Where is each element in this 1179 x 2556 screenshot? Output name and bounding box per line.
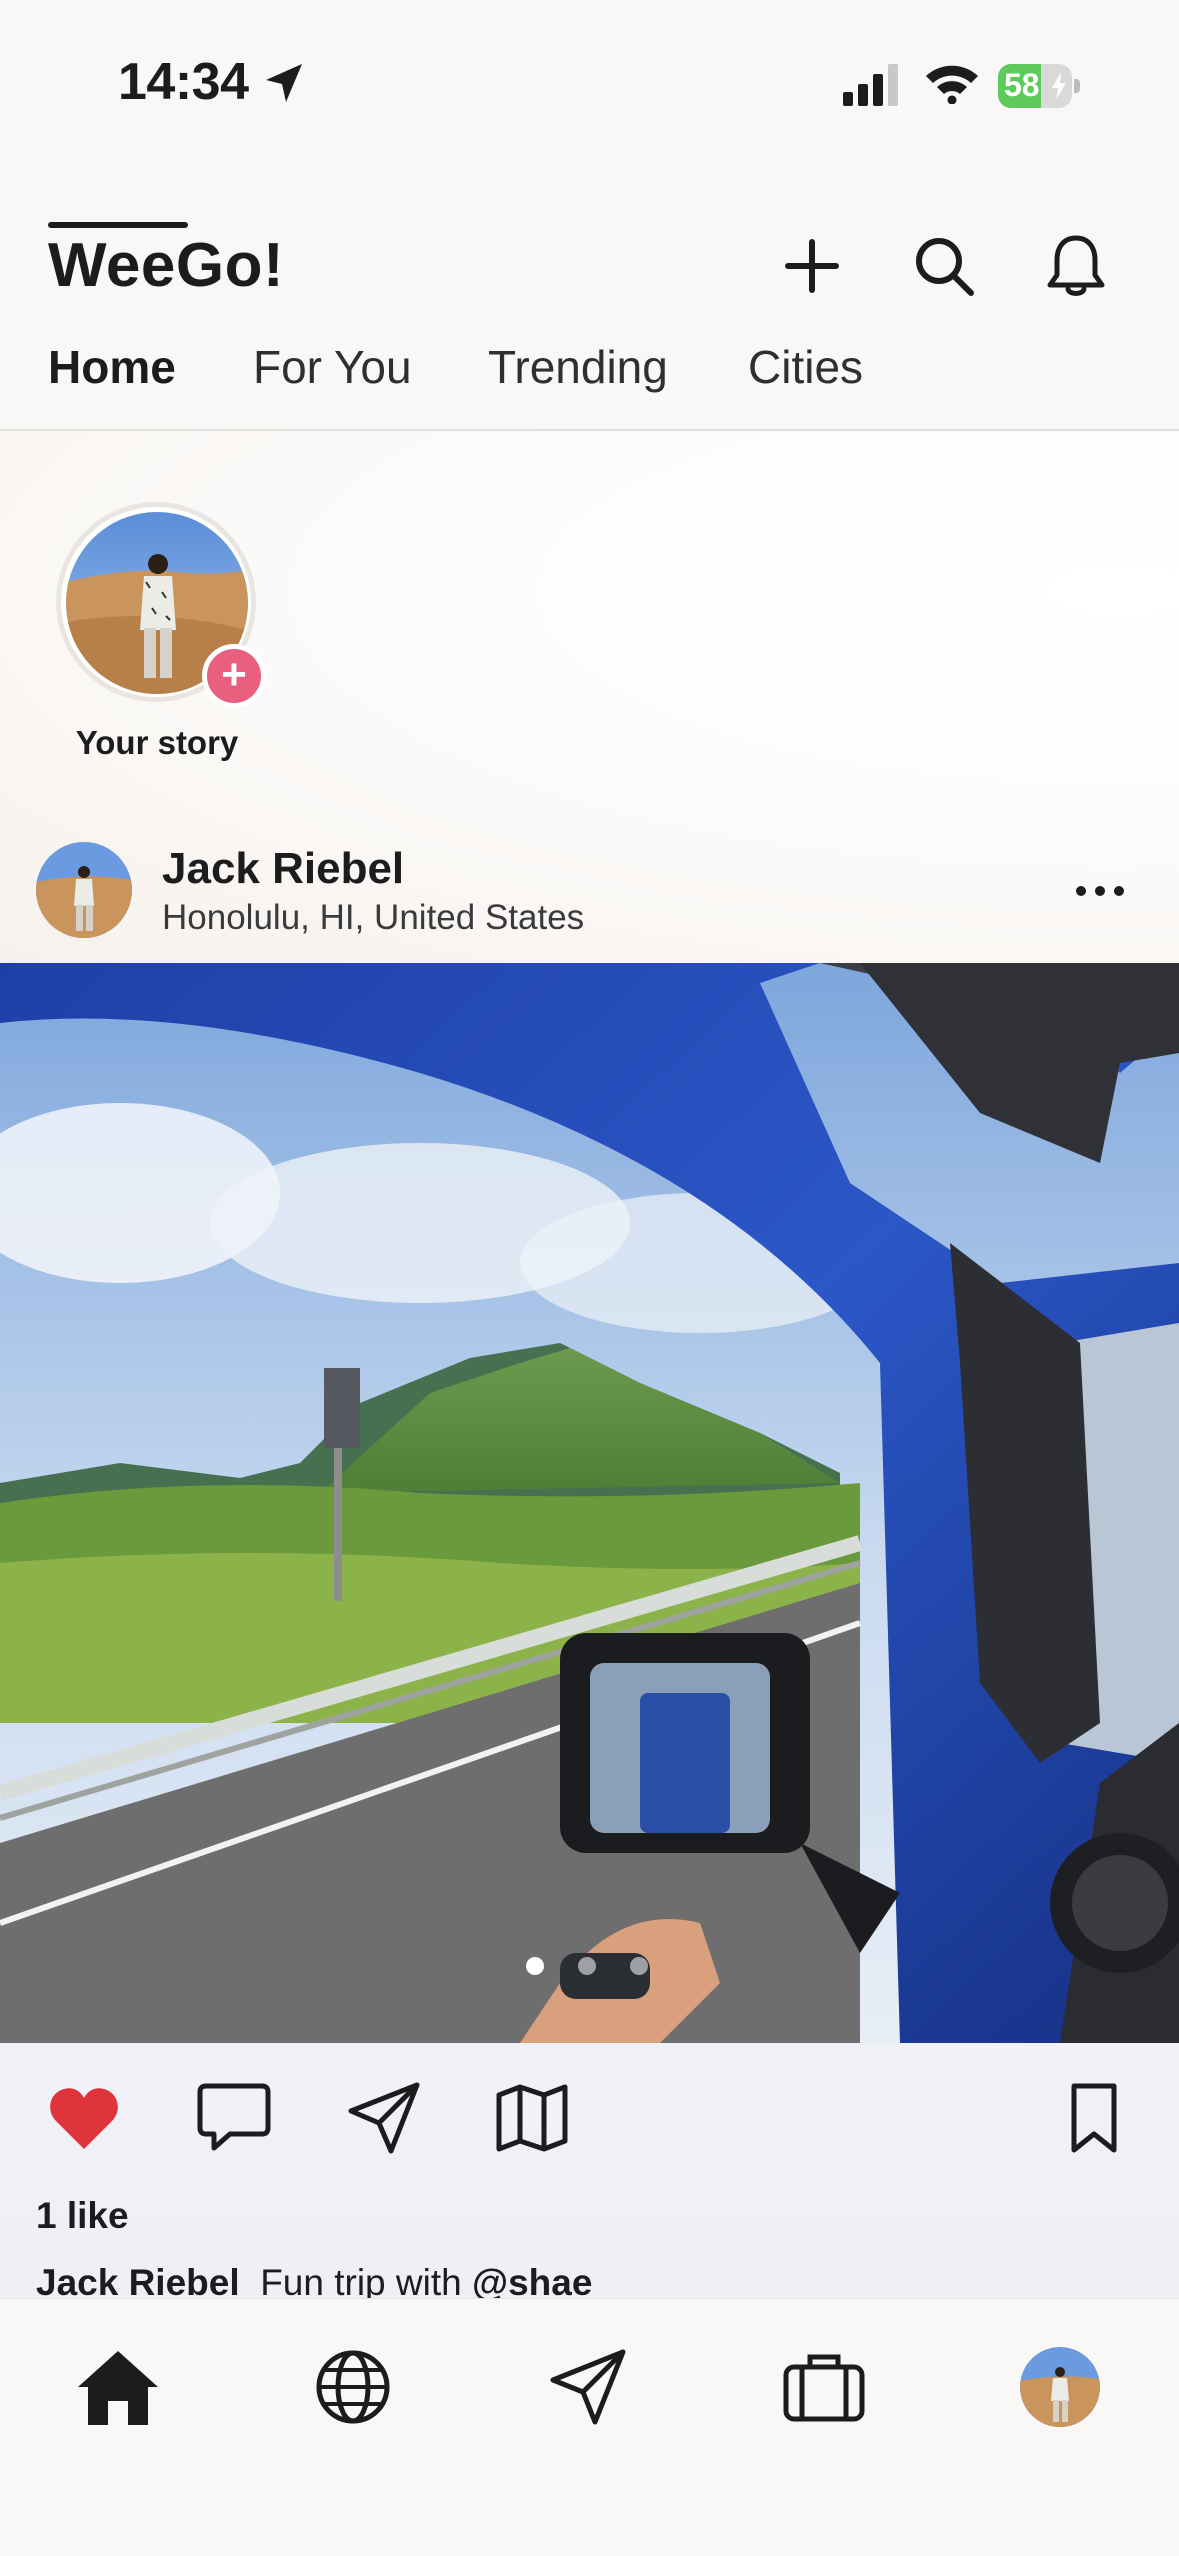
wifi-icon (926, 65, 978, 104)
map-icon (496, 2084, 568, 2152)
tab-trending[interactable]: Trending (488, 340, 668, 394)
bookmark-icon (1071, 2083, 1117, 2153)
app-title: WeeGo! (48, 231, 285, 300)
bottom-tab-bar (0, 2298, 1179, 2556)
plus-icon (785, 239, 839, 293)
heart-icon (50, 2088, 118, 2149)
tabbar-profile[interactable] (1012, 2339, 1108, 2435)
briefcase-icon (783, 2354, 865, 2422)
tab-for-you[interactable]: For You (253, 340, 412, 394)
post-username[interactable]: Jack Riebel (162, 844, 404, 894)
battery-percent: 58 (1004, 67, 1040, 103)
battery-charging-icon: 58 (998, 64, 1080, 108)
signal-bars-icon (843, 64, 898, 106)
pager-dot (630, 1957, 648, 1975)
post-photo[interactable] (0, 963, 1179, 2043)
tabbar-home[interactable] (70, 2339, 166, 2435)
create-post-button[interactable] (772, 226, 852, 306)
tabbar-explore[interactable] (305, 2339, 401, 2435)
pager-dot-active (526, 1957, 544, 1975)
bell-icon (1047, 235, 1105, 296)
notifications-button[interactable] (1036, 226, 1116, 306)
status-bar: 14:34 58 (0, 0, 1179, 170)
add-story-button[interactable]: + (202, 644, 266, 708)
pager-dot (578, 1957, 596, 1975)
location-arrow-icon (266, 64, 302, 102)
profile-avatar (1020, 2347, 1100, 2427)
bookmark-button[interactable] (1052, 2076, 1136, 2160)
active-tab-indicator (48, 222, 188, 228)
send-icon (550, 2349, 626, 2425)
search-icon (916, 238, 974, 296)
share-button[interactable] (342, 2076, 426, 2160)
tab-home[interactable]: Home (48, 340, 176, 394)
post-avatar[interactable] (36, 842, 132, 938)
comment-button[interactable] (192, 2076, 276, 2160)
post-more-button[interactable] (1070, 866, 1130, 916)
story-label: Your story (75, 724, 239, 761)
share-icon (348, 2082, 420, 2154)
like-button[interactable] (42, 2076, 126, 2160)
tabbar-trips[interactable] (776, 2339, 872, 2435)
feed-tabs: Home For You Trending Cities (0, 340, 1179, 430)
map-button[interactable] (490, 2076, 574, 2160)
post-actions-area (0, 2043, 1179, 2298)
home-icon (78, 2351, 158, 2425)
globe-icon (316, 2350, 390, 2424)
comment-icon (197, 2083, 271, 2151)
app-header: WeeGo! Home For You Trending Cities (0, 200, 1179, 430)
search-button[interactable] (904, 226, 984, 306)
like-count[interactable]: 1 like (36, 2195, 129, 2237)
post-header: Jack Riebel Honolulu, HI, United States (0, 836, 1179, 962)
tabbar-messages[interactable] (540, 2339, 636, 2435)
caption-mention[interactable]: @shae (472, 2262, 592, 2303)
tab-cities[interactable]: Cities (748, 340, 863, 394)
ellipsis-icon (1076, 886, 1124, 896)
image-pager-dots (0, 1957, 1179, 1977)
caption-username[interactable]: Jack Riebel (36, 2262, 240, 2303)
post-location[interactable]: Honolulu, HI, United States (162, 898, 584, 938)
status-time: 14:34 (118, 53, 249, 111)
caption-text: Fun trip with (260, 2262, 462, 2303)
